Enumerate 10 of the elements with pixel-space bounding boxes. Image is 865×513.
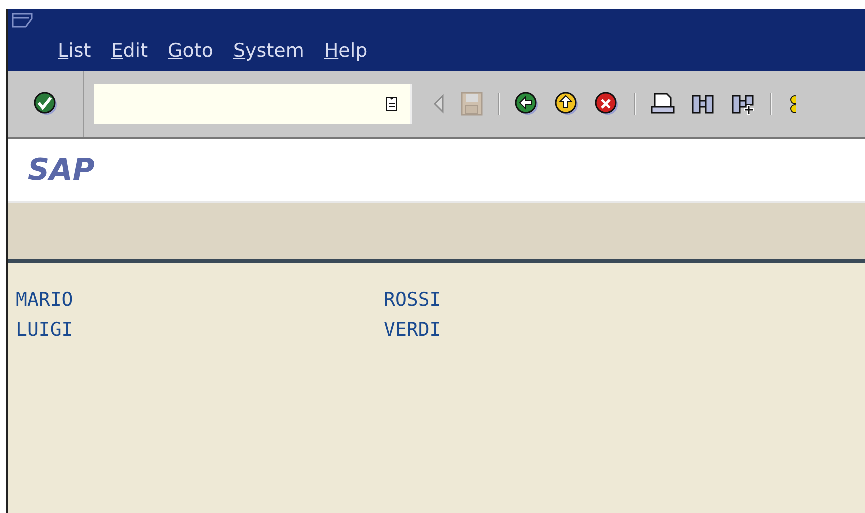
menu-item[interactable]: Goto <box>168 37 214 66</box>
menu-item[interactable]: Help <box>324 37 368 66</box>
screen-title: SAP <box>28 152 95 190</box>
list-cell-text: LUIGI <box>16 318 74 343</box>
menu-item[interactable]: System <box>233 37 304 66</box>
list-cell-text: ROSSI <box>384 288 442 313</box>
list-cell-text: VERDI <box>384 318 442 343</box>
menu-item[interactable]: List <box>58 37 92 66</box>
list-cell-text: MARIO <box>16 288 74 313</box>
menu-item[interactable]: Edit <box>111 37 148 66</box>
